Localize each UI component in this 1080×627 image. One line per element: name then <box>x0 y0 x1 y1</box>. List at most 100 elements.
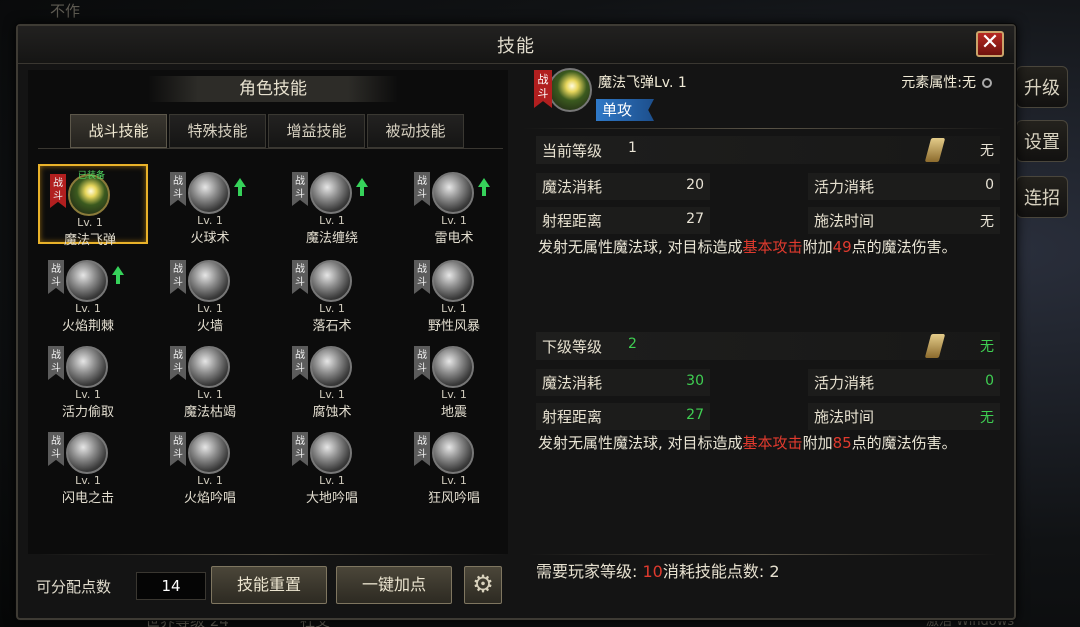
upgrade-arrow-icon <box>112 266 124 284</box>
skill-level: Lv. 1 <box>319 474 345 487</box>
stat-row: 射程距离 27 <box>536 403 710 430</box>
skill-icon <box>432 260 474 302</box>
skill-detail-pane: 战斗 魔法飞弹Lv. 1 元素属性:无 单攻 当前等级 1 无 魔法消耗 20 活力… <box>518 66 1010 556</box>
skill-name: 雷电术 <box>434 231 474 246</box>
stat-row: 射程距离 27 <box>536 207 710 234</box>
stat-label: 魔法消耗 <box>542 374 603 392</box>
skill-icon <box>66 432 108 474</box>
stat-row: 活力消耗 0 <box>808 369 1000 396</box>
tab-divider <box>38 148 503 149</box>
stat-label: 活力消耗 <box>814 374 875 392</box>
skill-level: Lv. 1 <box>197 302 223 315</box>
skill-icon <box>66 260 108 302</box>
tab-special[interactable]: 特殊技能 <box>169 114 266 148</box>
skill-slot[interactable]: 战斗 Lv. 1 狂风吟唱 <box>404 424 514 506</box>
skill-slot[interactable]: 战斗 Lv. 1 野性风暴 <box>404 252 514 334</box>
skill-slot[interactable]: 战斗 Lv. 1 魔法枯竭 <box>160 338 270 420</box>
skill-name: 火焰荆棘 <box>61 319 114 334</box>
stat-label: 施法时间 <box>814 212 875 230</box>
upgrade-side-button[interactable]: 升级 <box>1016 66 1068 108</box>
skill-slot[interactable]: 战斗 Lv. 1 闪电之击 <box>38 424 148 506</box>
skill-slot[interactable]: 战斗 Lv. 1 火墙 <box>160 252 270 334</box>
skill-slot[interactable]: 战斗 Lv. 1 活力偷取 <box>38 338 148 420</box>
skill-slot[interactable]: 战斗 Lv. 1 地震 <box>404 338 514 420</box>
skill-name: 大地吟唱 <box>305 491 358 506</box>
skill-level: Lv. 1 <box>441 302 467 315</box>
combat-flag: 战斗 <box>48 346 64 380</box>
scroll-icon <box>924 138 946 162</box>
skill-slot[interactable]: 战斗 Lv. 1 火球术 <box>160 164 270 246</box>
stat-value: 27 <box>686 407 704 423</box>
skill-slot[interactable]: 战斗 Lv. 1 大地吟唱 <box>282 424 392 506</box>
skill-level: Lv. 1 <box>75 474 101 487</box>
skill-level: Lv. 1 <box>77 216 103 229</box>
skill-level: Lv. 1 <box>75 302 101 315</box>
divider <box>38 554 508 555</box>
element-circle-icon <box>982 78 992 88</box>
skill-icon <box>310 260 352 302</box>
skill-icon <box>432 172 474 214</box>
skill-name: 活力偷取 <box>61 405 114 420</box>
combat-flag: 战斗 <box>170 260 186 294</box>
skill-icon <box>66 346 108 388</box>
skill-slot[interactable]: 战斗 已装备 Lv. 1 魔法飞弹 <box>38 164 148 248</box>
current-level-value: 1 <box>628 140 637 156</box>
skill-slot[interactable]: 战斗 Lv. 1 腐蚀术 <box>282 338 392 420</box>
combat-flag: 战斗 <box>50 174 66 208</box>
skill-name: 地震 <box>440 405 467 420</box>
skill-icon <box>310 346 352 388</box>
stat-label: 活力消耗 <box>814 178 875 196</box>
divider <box>528 554 998 555</box>
skill-icon <box>188 432 230 474</box>
points-label: 可分配点数 <box>36 578 112 596</box>
auto-add-points-button[interactable]: 一键加点 <box>336 566 452 604</box>
skill-slot[interactable]: 战斗 Lv. 1 火焰荆棘 <box>38 252 148 334</box>
tab-passive[interactable]: 被动技能 <box>367 114 464 148</box>
next-level-value: 2 <box>628 336 637 352</box>
skill-slot[interactable]: 战斗 Lv. 1 火焰吟唱 <box>160 424 270 506</box>
scroll-icon <box>924 334 946 358</box>
skill-level: Lv. 1 <box>441 388 467 401</box>
stat-label: 射程距离 <box>542 408 603 426</box>
combo-side-button[interactable]: 连招 <box>1016 176 1068 218</box>
section-title: 角色技能 <box>148 76 398 102</box>
tab-combat[interactable]: 战斗技能 <box>70 114 167 148</box>
skill-icon <box>310 172 352 214</box>
next-level-row: 下级等级 2 无 <box>536 332 1000 360</box>
combat-flag: 战斗 <box>170 346 186 380</box>
skill-name: 魔法飞弹 <box>63 233 116 248</box>
stat-value: 无 <box>980 410 994 426</box>
skill-icon <box>310 432 352 474</box>
skill-level: Lv. 1 <box>319 302 345 315</box>
window-title: 技能 <box>497 36 535 57</box>
reset-skills-button[interactable]: 技能重置 <box>211 566 327 604</box>
close-button[interactable]: ✕ <box>976 31 1004 57</box>
element-attribute: 元素属性:无 <box>901 72 992 92</box>
stat-value: 无 <box>980 214 994 230</box>
settings-side-button[interactable]: 设置 <box>1016 120 1068 162</box>
combat-flag: 战斗 <box>170 432 186 466</box>
stat-row: 施法时间 无 <box>808 403 1000 430</box>
skill-slot[interactable]: 战斗 Lv. 1 魔法缠绕 <box>282 164 392 246</box>
skill-slot[interactable]: 战斗 Lv. 1 雷电术 <box>404 164 514 246</box>
stat-row: 魔法消耗 30 <box>536 369 710 396</box>
combat-flag: 战斗 <box>292 346 308 380</box>
stat-label: 射程距离 <box>542 212 603 230</box>
combat-flag: 战斗 <box>534 70 552 108</box>
current-description: 发射无属性魔法球, 对目标造成基本攻击附加49点的魔法伤害。 <box>538 238 957 256</box>
points-value: 14 <box>136 572 206 600</box>
tab-buff[interactable]: 增益技能 <box>268 114 365 148</box>
combat-flag: 战斗 <box>414 260 430 294</box>
gear-icon[interactable]: ⚙ <box>464 566 502 604</box>
skill-slot[interactable]: 战斗 Lv. 1 落石术 <box>282 252 392 334</box>
selected-skill-icon: 战斗 <box>534 68 592 118</box>
stat-value: 0 <box>985 373 994 389</box>
skill-name: 闪电之击 <box>61 491 114 506</box>
background-text: 不作 <box>50 2 81 20</box>
skill-level: Lv. 1 <box>441 474 467 487</box>
stat-label: 施法时间 <box>814 408 875 426</box>
skill-level: Lv. 1 <box>319 388 345 401</box>
combat-flag: 战斗 <box>414 432 430 466</box>
upgrade-arrow-icon <box>478 178 490 196</box>
upgrade-arrow-icon <box>234 178 246 196</box>
